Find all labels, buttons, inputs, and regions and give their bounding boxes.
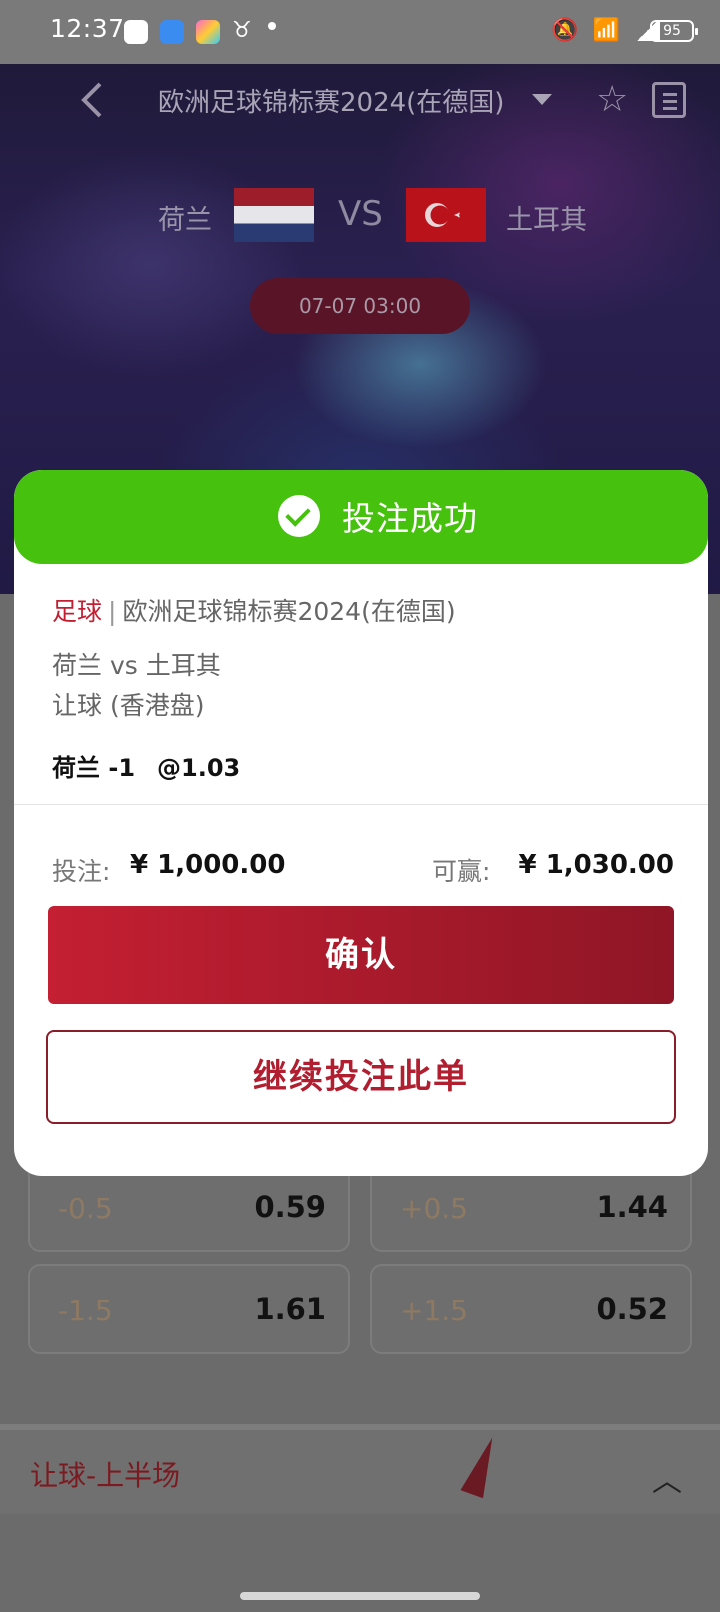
bet-selection: 荷兰 -1 @1.03 [52,748,240,783]
section-title: 让球-上半场 [30,1459,181,1492]
handicap-value: -0.5 [58,1192,113,1225]
handicap-value: -1.5 [58,1294,113,1327]
stake-amount: ¥ 1,000.00 [130,850,286,880]
status-bar: 12:37 ♉ 🔕 📶 95 [0,0,720,64]
divider [14,804,708,805]
continue-betting-button[interactable]: 继续投注此单 [46,1030,676,1124]
battery-icon: 95 [650,20,698,42]
odds-value: 1.44 [596,1190,668,1224]
selection-odds: @1.03 [157,754,241,782]
check-circle-icon [278,495,320,537]
home-team-name: 荷兰 [158,205,212,236]
more-notifications-icon [268,22,276,30]
stake-label: 投注: [52,857,111,886]
separator: | [108,597,117,626]
vs-label: VS [338,194,383,234]
match-name: 荷兰 vs 土耳其 [52,651,221,680]
modal-header: 投注成功 [14,470,708,564]
handicap-value: +1.5 [400,1294,468,1327]
favorite-star-icon[interactable]: ☆ [596,79,628,120]
potential-win-amount: ¥ 1,030.00 [518,850,674,880]
sport-label: 足球 [52,597,103,626]
status-time: 12:37 [50,14,125,43]
bet-success-modal: 投注成功 足球 | 欧洲足球锦标赛2024(在德国) 荷兰 vs 土耳其 让球 (香… [14,470,708,1176]
league-name: 欧洲足球锦标赛2024(在德国) [122,597,456,626]
app-icon [160,20,184,44]
wifi-icon: 📶 [592,18,620,43]
home-indicator[interactable] [240,1592,480,1600]
kickoff-time: 07-07 03:00 [250,278,470,334]
odds-value: 0.52 [596,1292,668,1326]
photos-icon [196,20,220,44]
odds-option[interactable]: +1.5 0.52 [370,1264,692,1354]
odds-value: 1.61 [254,1292,326,1326]
league-title[interactable]: 欧洲足球锦标赛2024(在德国) [158,82,504,119]
skype-icon [124,20,148,44]
odds-value: 0.59 [254,1190,326,1224]
selection-label: 荷兰 -1 [52,754,136,782]
market-name: 让球 (香港盘) [52,691,205,720]
section-header-first-half[interactable]: 让球-上半场 ︿ [0,1424,720,1514]
confirm-button[interactable]: 确认 [48,906,674,1004]
turkey-flag-icon [406,188,486,242]
handicap-value: +0.5 [400,1192,468,1225]
away-team-name: 土耳其 [506,205,587,236]
netherlands-flag-icon [234,188,314,242]
notification-icon: ♉ [232,18,252,43]
dropdown-caret-icon[interactable] [532,94,552,105]
back-icon[interactable] [74,80,114,120]
potential-win-label: 可赢: [432,857,491,886]
mute-icon: 🔕 [551,18,579,43]
chevron-up-icon[interactable]: ︿ [652,1456,682,1500]
odds-option[interactable]: -1.5 1.61 [28,1264,350,1354]
betslip-doc-icon[interactable] [652,82,686,118]
bet-league-line: 足球 | 欧洲足球锦标赛2024(在德国) [52,592,456,628]
modal-title: 投注成功 [342,499,478,538]
